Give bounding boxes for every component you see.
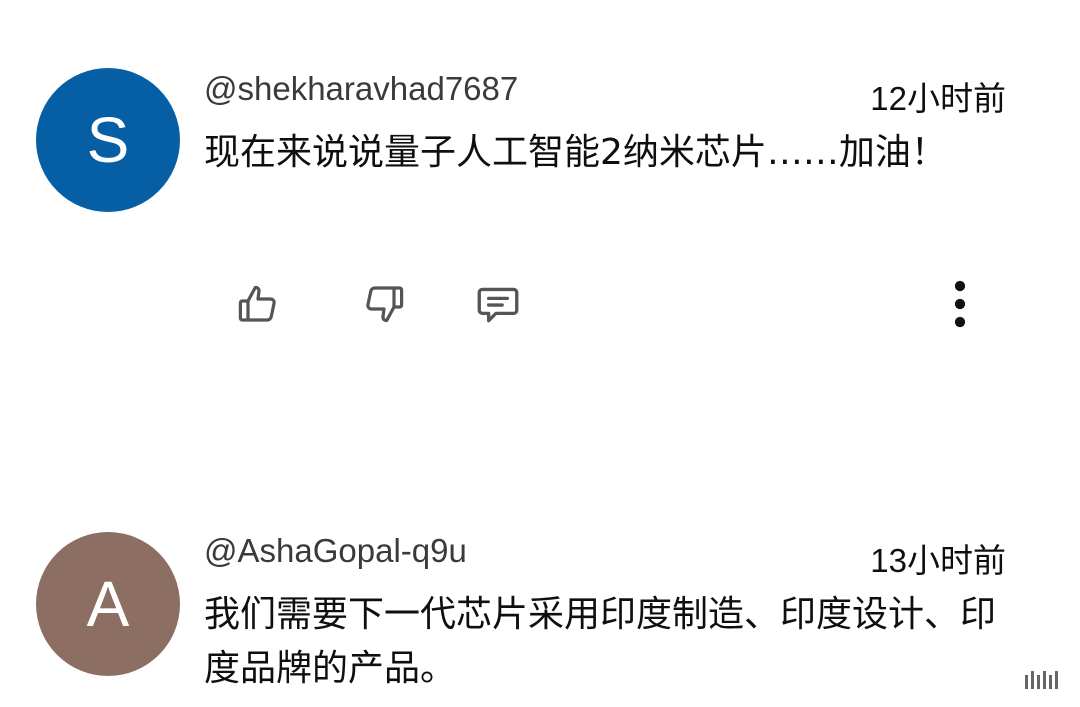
comment-thread-item: S @shekharavhad7687 12小时前 现在来说说量子人工智能2纳米… <box>0 0 1080 470</box>
avatar-letter: S <box>86 104 130 176</box>
comment-author[interactable]: @AshaGopal-q9u <box>204 532 467 570</box>
like-button[interactable] <box>230 276 286 332</box>
comment-timestamp: 13小时前 <box>870 542 1006 579</box>
comment-author[interactable]: @shekharavhad7687 <box>204 70 518 108</box>
thumbs-down-icon <box>366 286 404 323</box>
reply-comment-icon <box>477 287 519 323</box>
reply-button[interactable] <box>470 276 526 332</box>
avatar[interactable]: A <box>36 532 180 676</box>
avatar[interactable]: S <box>36 68 180 212</box>
comment-action-bar <box>0 276 1080 332</box>
comment-thread-item: A @AshaGopal-q9u 13小时前 我们需要下一代芯片采用印度制造、印… <box>0 470 1080 707</box>
more-options-button[interactable] <box>932 276 988 332</box>
dislike-button[interactable] <box>356 276 412 332</box>
nav-handle-indicator <box>1025 671 1058 689</box>
thumbs-up-icon <box>238 285 276 322</box>
more-vertical-icon <box>954 280 966 328</box>
comment-text: 我们需要下一代芯片采用印度制造、印度设计、印度品牌的产品。 <box>204 594 997 689</box>
comment-timestamp: 12小时前 <box>870 80 1006 117</box>
avatar-letter: A <box>86 568 130 640</box>
comment-text: 现在来说说量子人工智能2纳米芯片……加油！ <box>204 132 947 173</box>
